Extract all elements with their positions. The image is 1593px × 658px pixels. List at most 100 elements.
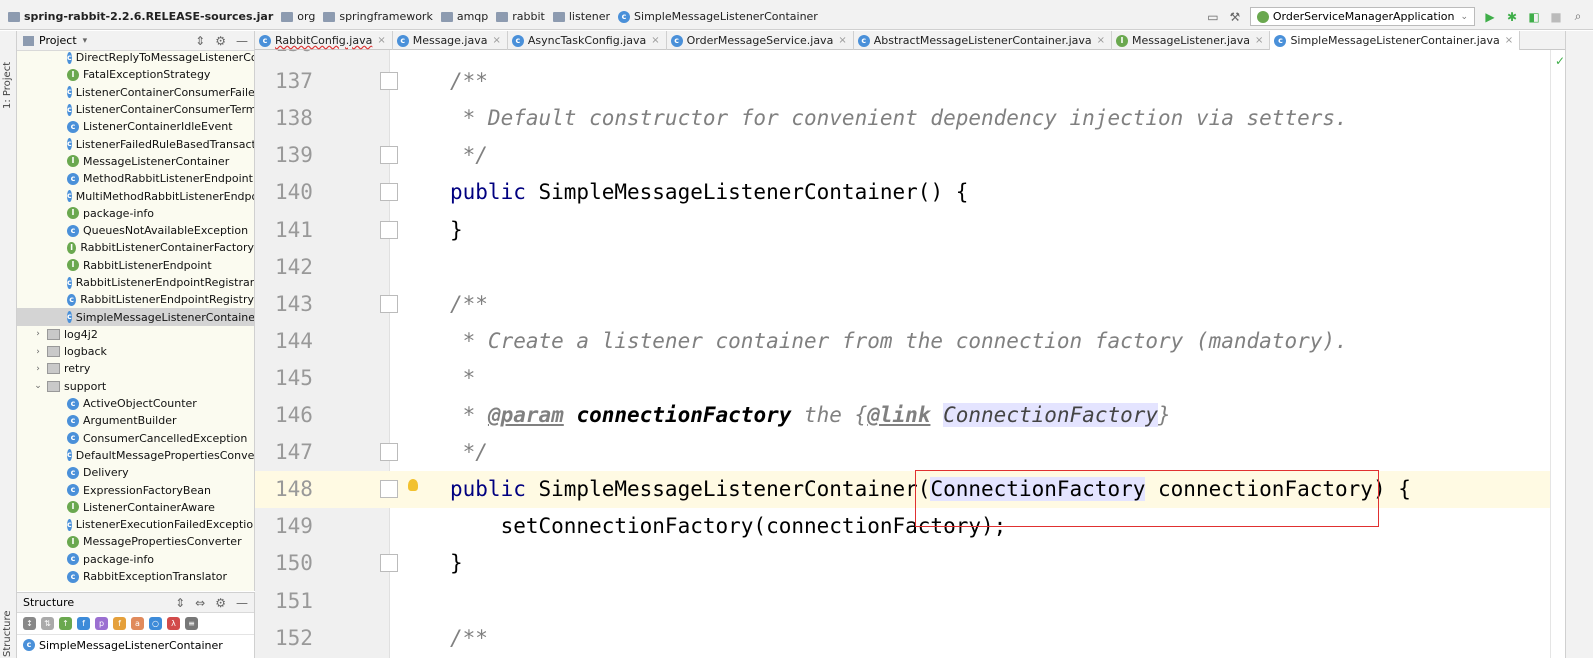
tree-item[interactable]: I RabbitListenerEndpoint bbox=[17, 257, 254, 274]
search-icon[interactable]: ⌕ bbox=[1571, 9, 1585, 24]
tree-item[interactable]: › retry bbox=[17, 360, 254, 377]
breadcrumb-item[interactable]: springframework bbox=[319, 10, 436, 23]
circle-icon[interactable]: ○ bbox=[149, 617, 162, 630]
run-configuration-select[interactable]: OrderServiceManagerApplication ⌄ bbox=[1249, 7, 1475, 26]
tree-item[interactable]: ⌄ support bbox=[17, 378, 254, 395]
gear-icon[interactable]: ⚙ bbox=[215, 596, 226, 610]
gear-icon[interactable]: ⚙ bbox=[215, 34, 226, 48]
project-tool-tab[interactable]: 1: Project bbox=[2, 62, 13, 109]
tree-item[interactable]: c ArgumentBuilder bbox=[17, 412, 254, 429]
lambda-red-icon[interactable]: λ bbox=[167, 617, 180, 630]
lambda-icon[interactable]: f bbox=[113, 617, 126, 630]
editor-tab[interactable]: c OrderMessageService.java × bbox=[667, 31, 854, 50]
tree-item[interactable]: c SimpleMessageListenerContainer bbox=[17, 308, 254, 326]
tree-item[interactable]: c ExpressionFactoryBean bbox=[17, 481, 254, 498]
sort-alpha-icon[interactable]: ↕ bbox=[23, 617, 36, 630]
class-icon: c bbox=[67, 172, 79, 185]
tree-item[interactable]: cDirectReplyToMessageListenerConta bbox=[17, 49, 254, 66]
code-editor[interactable]: 136 137 /** 138 * Default constructor for c… bbox=[255, 50, 1550, 658]
tree-item[interactable]: cListenerContainerConsumerTerminat bbox=[17, 101, 254, 118]
chevron-down-icon[interactable]: ▾ bbox=[83, 36, 88, 46]
fields-icon[interactable]: f bbox=[77, 617, 90, 630]
close-icon[interactable]: × bbox=[1505, 35, 1513, 46]
sort-visibility-icon[interactable]: ⇅ bbox=[41, 617, 54, 630]
lightbulb-icon[interactable] bbox=[408, 479, 418, 492]
breadcrumb-item[interactable]: c SimpleMessageListenerContainer bbox=[614, 10, 822, 23]
breadcrumb-item[interactable]: listener bbox=[549, 10, 614, 23]
tree-item[interactable]: c package-info bbox=[17, 551, 254, 568]
tree-item[interactable]: c ListenerFailedRuleBasedTransaction bbox=[17, 135, 254, 152]
tree-item[interactable]: c RabbitListenerEndpointRegistry bbox=[17, 291, 254, 308]
tree-item[interactable]: c ListenerContainerIdleEvent bbox=[17, 118, 254, 135]
tree-item[interactable]: I MessageListenerContainer bbox=[17, 153, 254, 170]
close-icon[interactable]: × bbox=[651, 35, 659, 46]
fold-marker-icon[interactable] bbox=[380, 183, 398, 202]
structure-tool-tab[interactable]: Structure bbox=[2, 610, 13, 657]
tree-item-label: logback bbox=[64, 345, 107, 359]
tree-item[interactable]: I ListenerContainerAware bbox=[17, 499, 254, 516]
debug-icon[interactable]: ✱ bbox=[1505, 10, 1519, 24]
chevron-right-icon[interactable]: › bbox=[33, 329, 43, 339]
editor-tab[interactable]: c AbstractMessageListenerContainer.java × bbox=[854, 31, 1113, 50]
minimize-icon[interactable]: — bbox=[236, 34, 248, 48]
tree-item[interactable]: c ActiveObjectCounter bbox=[17, 395, 254, 412]
editor-tab[interactable]: I MessageListener.java × bbox=[1112, 31, 1271, 50]
list-icon[interactable]: ≡ bbox=[185, 617, 198, 630]
expand-icon[interactable]: ⇕ bbox=[175, 596, 185, 610]
tree-item[interactable]: › log4j2 bbox=[17, 326, 254, 343]
tree-item[interactable]: cListenerContainerConsumerFailedEv bbox=[17, 84, 254, 101]
tree-item[interactable]: c Delivery bbox=[17, 464, 254, 481]
fold-marker-icon[interactable] bbox=[380, 220, 398, 239]
run-icon[interactable]: ▶ bbox=[1483, 10, 1497, 24]
tree-item[interactable]: I RabbitListenerContainerFactory bbox=[17, 239, 254, 256]
breadcrumb-item[interactable]: rabbit bbox=[492, 10, 549, 23]
tree-item-label: RabbitListenerEndpointRegistry bbox=[80, 293, 254, 307]
chevron-right-icon[interactable]: › bbox=[33, 364, 43, 374]
tree-item[interactable]: c DefaultMessagePropertiesConverter bbox=[17, 447, 254, 464]
chevron-right-icon[interactable]: › bbox=[33, 347, 43, 357]
editor-tab[interactable]: c Message.java × bbox=[393, 31, 508, 50]
collapse-all-icon[interactable]: ⇕ bbox=[195, 34, 205, 48]
layout-icon[interactable]: ▭ bbox=[1206, 10, 1220, 24]
breadcrumb-item[interactable]: spring-rabbit-2.2.6.RELEASE-sources.jar bbox=[4, 10, 277, 23]
fold-marker-icon[interactable] bbox=[380, 480, 398, 499]
close-icon[interactable]: × bbox=[377, 35, 385, 46]
editor-tab[interactable]: c RabbitConfig.java × bbox=[255, 31, 393, 50]
properties-icon[interactable]: p bbox=[95, 617, 108, 630]
tree-item[interactable]: Ipackage-info bbox=[17, 205, 254, 222]
fold-marker-icon[interactable] bbox=[380, 554, 398, 573]
tree-item[interactable]: c RabbitExceptionTranslator bbox=[17, 568, 254, 585]
tree-item[interactable]: c ConsumerCancelledException bbox=[17, 430, 254, 447]
inherited-icon[interactable]: ↑ bbox=[59, 617, 72, 630]
collapse-icon[interactable]: ⇔ bbox=[195, 596, 205, 610]
close-icon[interactable]: × bbox=[838, 35, 846, 46]
project-panel-title[interactable]: Project bbox=[39, 34, 77, 47]
tree-item[interactable]: › logback bbox=[17, 343, 254, 360]
editor-tab[interactable]: c AsyncTaskConfig.java × bbox=[508, 31, 667, 50]
editor-tab[interactable]: c SimpleMessageListenerContainer.java × bbox=[1270, 31, 1521, 50]
tree-item[interactable]: I FatalExceptionStrategy bbox=[17, 66, 254, 83]
fold-marker-icon[interactable] bbox=[380, 294, 398, 313]
anonymous-icon[interactable]: a bbox=[131, 617, 144, 630]
tree-item[interactable]: c QueuesNotAvailableException bbox=[17, 222, 254, 239]
structure-root[interactable]: c SimpleMessageListenerContainer bbox=[17, 635, 254, 655]
close-icon[interactable]: × bbox=[1097, 35, 1105, 46]
hammer-icon[interactable]: ⚒ bbox=[1228, 10, 1242, 24]
fold-marker-icon[interactable] bbox=[380, 146, 398, 165]
close-icon[interactable]: × bbox=[1255, 35, 1263, 46]
chevron-down-icon[interactable]: ⌄ bbox=[33, 381, 43, 391]
stop-icon[interactable]: ■ bbox=[1549, 10, 1563, 24]
fold-marker-icon[interactable] bbox=[380, 443, 398, 462]
coverage-icon[interactable]: ◧ bbox=[1527, 10, 1541, 24]
tree-item[interactable]: c ListenerExecutionFailedException bbox=[17, 516, 254, 533]
tree-item[interactable]: I MessagePropertiesConverter bbox=[17, 533, 254, 550]
fold-marker-icon[interactable] bbox=[380, 72, 398, 91]
tree-item[interactable]: c MethodRabbitListenerEndpoint bbox=[17, 170, 254, 187]
minimize-icon[interactable]: — bbox=[236, 596, 248, 610]
code-line: 150} bbox=[255, 545, 1550, 582]
breadcrumb-item[interactable]: amqp bbox=[437, 10, 492, 23]
tree-item[interactable]: c MultiMethodRabbitListenerEndpoint bbox=[17, 187, 254, 204]
close-icon[interactable]: × bbox=[492, 35, 500, 46]
breadcrumb-item[interactable]: org bbox=[277, 10, 319, 23]
tree-item[interactable]: c RabbitListenerEndpointRegistrar bbox=[17, 274, 254, 291]
